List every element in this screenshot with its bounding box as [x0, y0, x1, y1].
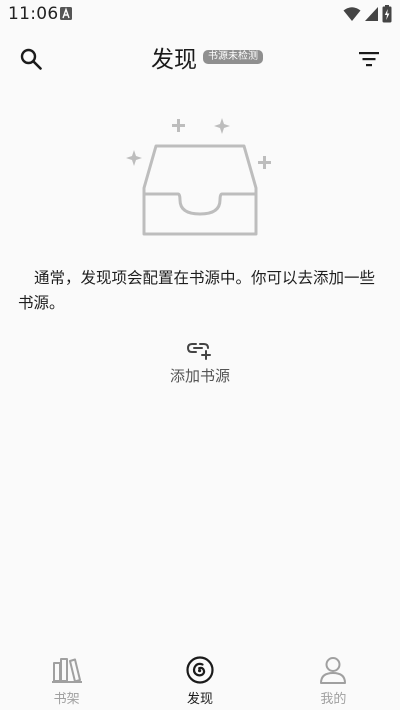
empty-inbox-icon: [126, 118, 271, 236]
add-source-button[interactable]: 添加书源: [150, 340, 250, 390]
bookshelf-icon: [51, 658, 82, 683]
wifi-icon: [343, 7, 361, 21]
status-bar: 11:06: [0, 0, 400, 28]
filter-icon: [359, 52, 379, 67]
profile-icon: [320, 657, 347, 684]
status-icons: [343, 4, 392, 24]
signal-icon: [365, 7, 378, 21]
a-letter-icon: [60, 7, 72, 20]
discover-icon: [186, 656, 214, 684]
battery-charging-icon: [382, 5, 392, 23]
nav-item-profile[interactable]: 我的: [267, 648, 400, 710]
search-icon: [20, 48, 42, 70]
nav-item-bookshelf[interactable]: 书架: [0, 648, 133, 710]
nav-label-bookshelf: 书架: [53, 692, 80, 707]
link-add-icon: [187, 343, 211, 360]
nav-label-discover: 发现: [186, 692, 213, 707]
search-button[interactable]: [14, 42, 48, 76]
status-badge: 书源未检测: [203, 50, 263, 64]
nav-label-profile: 我的: [320, 692, 347, 707]
filter-button[interactable]: [352, 42, 386, 76]
add-source-label: 添加书源: [169, 367, 230, 385]
app-bar: 发现 书源未检测: [0, 36, 400, 80]
bottom-nav: 书架 发现 我的: [0, 648, 400, 710]
page-title: 发现: [151, 47, 197, 73]
discover-screen: 11:06 发现 书源未检测 通常，发现项会配置在书源中。你可以去添加一些书源。…: [0, 0, 400, 710]
empty-message: 通常，发现项会配置在书源中。你可以去添加一些书源。: [18, 269, 376, 312]
nav-item-discover[interactable]: 发现: [133, 648, 266, 710]
status-time: 11:06: [8, 4, 59, 24]
